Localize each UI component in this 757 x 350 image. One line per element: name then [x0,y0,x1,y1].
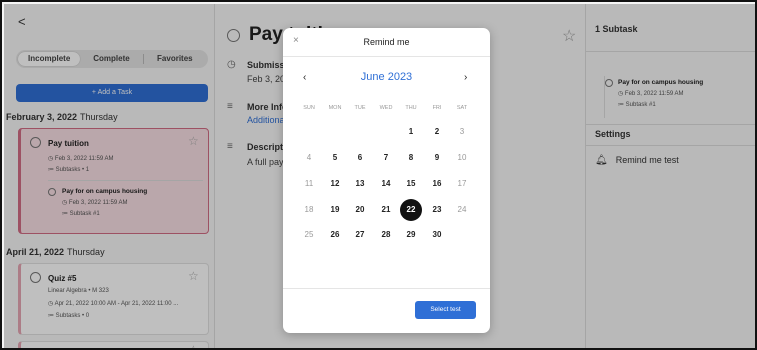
calendar-day[interactable]: 17 [451,173,473,195]
weekday-label: FRI [432,105,442,111]
calendar-day[interactable]: 24 [451,199,473,221]
calendar-day[interactable]: 5 [324,147,346,169]
calendar-day[interactable]: 27 [349,224,371,246]
calendar-day[interactable]: 9 [426,147,448,169]
calendar-day[interactable]: 6 [349,147,371,169]
weekday-label: MON [328,105,342,111]
weekday-label: SUN [303,105,315,111]
month-label: June 2023 [360,71,413,83]
weekday-label: TUE [354,105,366,111]
calendar-day[interactable]: 11 [298,173,320,195]
calendar-day[interactable]: 2 [426,121,448,143]
calendar-day[interactable]: 30 [426,224,448,246]
calendar-day[interactable]: 29 [400,224,422,246]
calendar-day[interactable]: 23 [426,199,448,221]
next-month-button[interactable]: › [464,72,467,83]
weekday-label: WED [379,105,393,111]
select-button[interactable]: Select test [415,301,476,319]
calendar-day[interactable]: 21 [375,199,397,221]
calendar-day[interactable]: 12 [324,173,346,195]
calendar-day[interactable]: 22 [400,199,422,221]
calendar-day[interactable]: 13 [349,173,371,195]
remind-me-dialog: × Remind me ‹ June 2023 › SUN MON TUE WE… [283,28,490,333]
calendar-day[interactable]: 20 [349,199,371,221]
calendar-day[interactable]: 28 [375,224,397,246]
weekday-label: THU [405,105,417,111]
calendar-day[interactable]: 1 [400,121,422,143]
calendar-day[interactable]: 19 [324,199,346,221]
calendar-day[interactable]: 18 [298,199,320,221]
calendar-day[interactable]: 3 [451,121,473,143]
calendar-day[interactable]: 4 [298,147,320,169]
weekday-label: SAT [456,105,468,111]
dialog-title: Remind me [363,37,410,47]
calendar-day[interactable]: 15 [400,173,422,195]
divider [283,288,490,289]
calendar-day[interactable]: 26 [324,224,346,246]
calendar-day[interactable]: 16 [426,173,448,195]
calendar-day[interactable]: 8 [400,147,422,169]
calendar-day[interactable]: 14 [375,173,397,195]
divider [283,56,490,57]
calendar-day[interactable]: 25 [298,224,320,246]
calendar-day[interactable]: 10 [451,147,473,169]
calendar-day[interactable]: 7 [375,147,397,169]
